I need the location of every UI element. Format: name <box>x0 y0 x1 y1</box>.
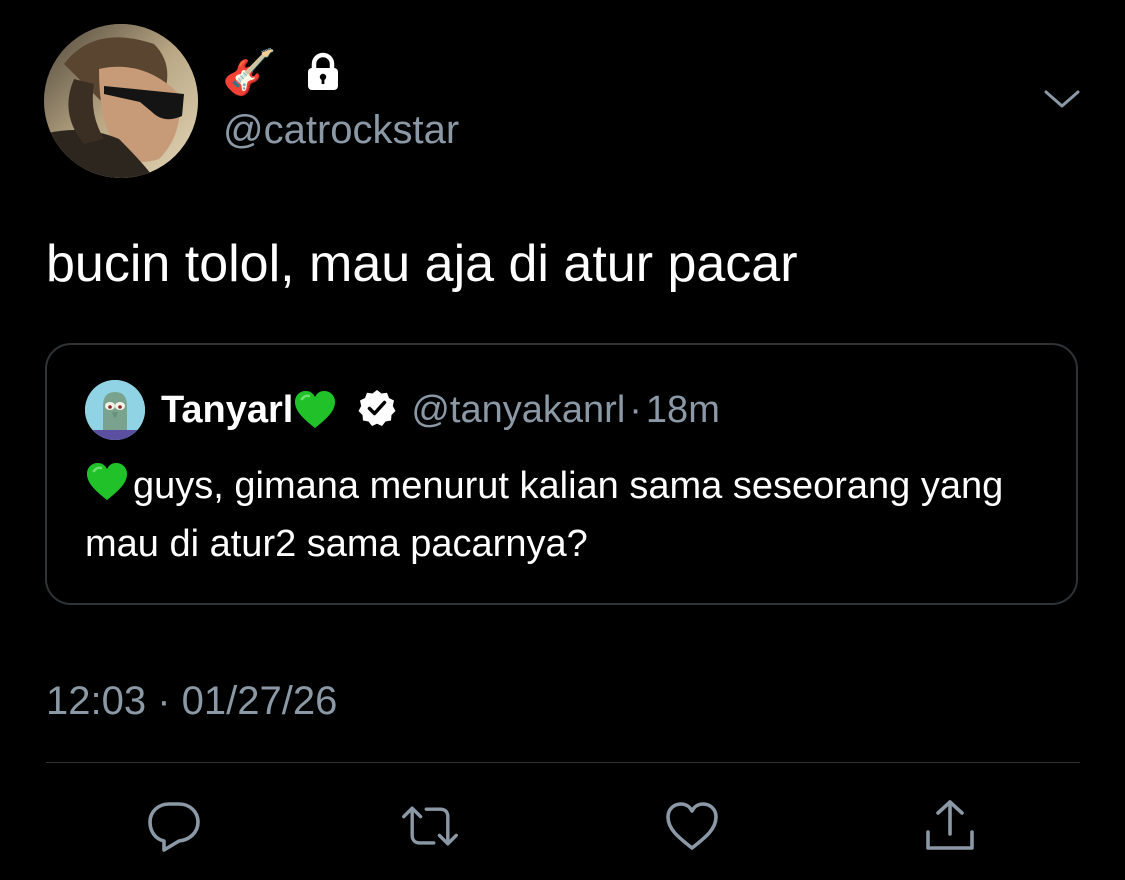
share-button[interactable] <box>920 796 980 856</box>
quoted-tweet-time[interactable]: 18m <box>646 389 720 432</box>
reply-icon <box>148 802 200 852</box>
author-handle[interactable]: @catrockstar <box>223 108 459 152</box>
squidward-avatar-icon <box>85 380 145 440</box>
quoted-tweet-header: Tanyarl @tanyakanrl · 18m <box>85 380 720 440</box>
green-heart-icon <box>85 460 129 500</box>
author-name-row: 🎸 <box>222 44 343 102</box>
lock-icon <box>303 51 343 96</box>
quoted-tweet-text-block: guys, gimana menurut kalian sama seseora… <box>85 457 1045 573</box>
retweet-button[interactable] <box>400 796 460 856</box>
divider <box>46 762 1080 763</box>
verified-badge-icon <box>337 388 411 433</box>
like-button[interactable] <box>662 796 722 856</box>
retweet-icon <box>402 806 458 846</box>
quoted-tweet-text: guys, gimana menurut kalian sama seseora… <box>85 465 1004 565</box>
share-icon <box>926 800 974 850</box>
like-icon <box>666 802 718 850</box>
tweet-text: bucin tolol, mau aja di atur pacar <box>46 235 798 293</box>
author-display-name-emoji: 🎸 <box>222 47 277 98</box>
chevron-down-icon[interactable] <box>1040 84 1084 116</box>
quoted-author-avatar[interactable] <box>85 380 145 440</box>
reply-button[interactable] <box>144 796 204 856</box>
quoted-separator: · <box>629 388 642 431</box>
quoted-author-name[interactable]: Tanyarl <box>161 389 293 432</box>
author-avatar[interactable] <box>44 24 198 178</box>
green-heart-icon <box>293 390 337 430</box>
quoted-tweet-card[interactable]: Tanyarl @tanyakanrl · 18m guys, gimana m… <box>45 343 1078 605</box>
tweet-timestamp[interactable]: 12:03 · 01/27/26 <box>46 676 337 726</box>
quoted-author-handle[interactable]: @tanyakanrl <box>411 389 625 432</box>
profile-photo-icon <box>44 24 198 178</box>
